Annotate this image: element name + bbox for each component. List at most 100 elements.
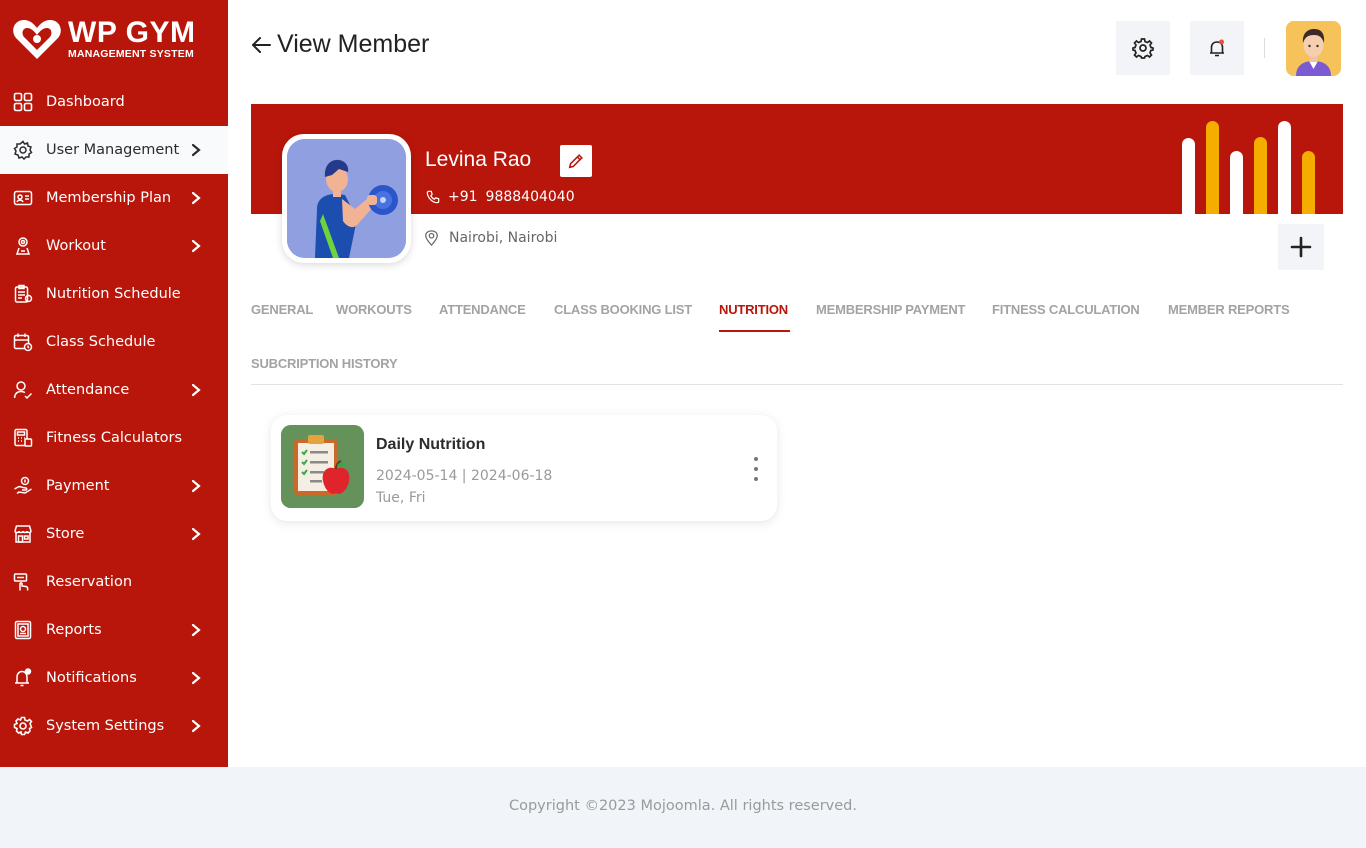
member-photo-illustration (287, 139, 406, 258)
dashboard-icon (12, 91, 34, 113)
sidebar-nav: Dashboard User Management Membership Pla… (0, 78, 228, 750)
sidebar: WP GYM MANAGEMENT SYSTEM Dashboard User … (0, 0, 228, 767)
chevron-right-icon (191, 383, 201, 397)
nutrition-card-dates: 2024-05-14 | 2024-06-18 (376, 468, 553, 484)
sidebar-item-dashboard[interactable]: Dashboard (0, 78, 228, 126)
sidebar-item-label: Reservation (46, 574, 133, 590)
footer: Copyright ©2023 Mojoomla. All rights res… (0, 767, 1366, 848)
chevron-right-icon (191, 143, 201, 157)
page-title: View Member (250, 30, 429, 59)
brand-logo[interactable]: WP GYM MANAGEMENT SYSTEM (12, 14, 218, 64)
brand-subtitle: MANAGEMENT SYSTEM (68, 48, 194, 60)
chevron-right-icon (191, 191, 201, 205)
add-button[interactable] (1278, 224, 1324, 270)
chevron-right-icon (191, 623, 201, 637)
sidebar-item-label: Fitness Calculators (46, 430, 183, 446)
sidebar-item-reservation[interactable]: Reservation (0, 558, 228, 606)
chevron-right-icon (191, 719, 201, 733)
sidebar-item-payment[interactable]: Payment (0, 462, 228, 510)
nutrition-card[interactable]: Daily Nutrition 2024-05-14 | 2024-06-18 … (271, 415, 777, 521)
decorative-bars (1180, 118, 1320, 214)
sidebar-item-workout[interactable]: Workout (0, 222, 228, 270)
user-avatar-icon (1286, 21, 1341, 76)
tab-membership-payment[interactable]: MEMBERSHIP PAYMENT (816, 302, 965, 317)
tab-subscription-history[interactable]: SUBCRIPTION HISTORY (251, 356, 398, 371)
sidebar-item-label: Store (46, 526, 85, 542)
sidebar-item-label: Workout (46, 238, 106, 254)
member-location: Nairobi, Nairobi (424, 230, 557, 246)
membership-card-icon (12, 187, 34, 209)
sidebar-item-label: Payment (46, 478, 110, 494)
reports-icon (12, 619, 34, 641)
toolbar-divider (1264, 38, 1265, 58)
sidebar-item-label: Dashboard (46, 94, 125, 110)
sidebar-item-nutrition-schedule[interactable]: Nutrition Schedule (0, 270, 228, 318)
workout-icon (12, 235, 34, 257)
gear-icon (12, 715, 34, 737)
brand-title: WP GYM (68, 16, 196, 49)
active-tab-indicator (719, 330, 790, 332)
menu-dot (754, 467, 758, 471)
tabs-divider (251, 384, 1343, 385)
settings-button[interactable] (1116, 21, 1170, 75)
decor-bar (1182, 138, 1195, 214)
tab-attendance[interactable]: ATTENDANCE (439, 302, 526, 317)
sidebar-item-label: User Management (46, 142, 180, 158)
sidebar-item-user-management[interactable]: User Management (0, 126, 228, 174)
phone-number: 9888404040 (485, 189, 575, 205)
sidebar-item-label: System Settings (46, 718, 165, 734)
sidebar-item-system-settings[interactable]: System Settings (0, 702, 228, 750)
page-title-text: View Member (277, 30, 430, 58)
gear-icon (1132, 38, 1154, 59)
sidebar-item-notifications[interactable]: Notifications (0, 654, 228, 702)
calculator-icon (12, 427, 34, 449)
footer-copyright: Copyright ©2023 Mojoomla. All rights res… (508, 798, 857, 814)
sidebar-item-attendance[interactable]: Attendance (0, 366, 228, 414)
tab-fitness-calculation[interactable]: FITNESS CALCULATION (992, 302, 1140, 317)
payment-icon (12, 475, 34, 497)
sidebar-item-label: Membership Plan (46, 190, 172, 206)
tab-member-reports[interactable]: MEMBER REPORTS (1168, 302, 1290, 317)
location-pin-icon (425, 230, 438, 246)
nutrition-icon (12, 283, 34, 305)
back-arrow-icon[interactable] (250, 34, 272, 56)
edit-member-button[interactable] (560, 145, 592, 177)
bell-icon (1210, 39, 1224, 57)
decor-bar (1302, 151, 1315, 214)
sidebar-item-label: Notifications (46, 670, 137, 686)
sidebar-item-membership-plan[interactable]: Membership Plan (0, 174, 228, 222)
clipboard-apple-icon (281, 425, 364, 508)
decor-bar (1278, 121, 1291, 214)
sidebar-item-label: Class Schedule (46, 334, 156, 350)
reservation-icon (12, 571, 34, 593)
menu-dot (754, 477, 758, 481)
tab-class-booking-list[interactable]: CLASS BOOKING LIST (554, 302, 692, 317)
decor-bar (1230, 151, 1243, 214)
nutrition-thumbnail (281, 425, 364, 508)
notifications-button[interactable] (1190, 21, 1244, 75)
user-avatar[interactable] (1286, 21, 1341, 76)
sidebar-item-label: Reports (46, 622, 102, 638)
sidebar-item-class-schedule[interactable]: Class Schedule (0, 318, 228, 366)
tab-general[interactable]: GENERAL (251, 302, 313, 317)
calendar-icon (12, 331, 34, 353)
logo-heart-icon (13, 20, 61, 59)
menu-dot (754, 457, 758, 461)
sidebar-item-fitness-calculators[interactable]: Fitness Calculators (0, 414, 228, 462)
store-icon (12, 523, 34, 545)
tab-workouts[interactable]: WORKOUTS (336, 302, 412, 317)
sidebar-item-reports[interactable]: Reports (0, 606, 228, 654)
decor-bar (1254, 137, 1267, 214)
nutrition-card-title: Daily Nutrition (376, 436, 486, 453)
chevron-right-icon (191, 479, 201, 493)
location-text: Nairobi, Nairobi (449, 230, 558, 246)
tab-nutrition[interactable]: NUTRITION (719, 302, 788, 317)
more-options-icon[interactable] (749, 457, 763, 481)
chevron-right-icon (191, 239, 201, 253)
plus-icon (1290, 236, 1312, 258)
sidebar-item-label: Attendance (46, 382, 130, 398)
decor-bar (1206, 121, 1219, 214)
member-name: Levina Rao (425, 148, 532, 171)
sidebar-item-store[interactable]: Store (0, 510, 228, 558)
phone-country-code: +91 (448, 189, 478, 205)
